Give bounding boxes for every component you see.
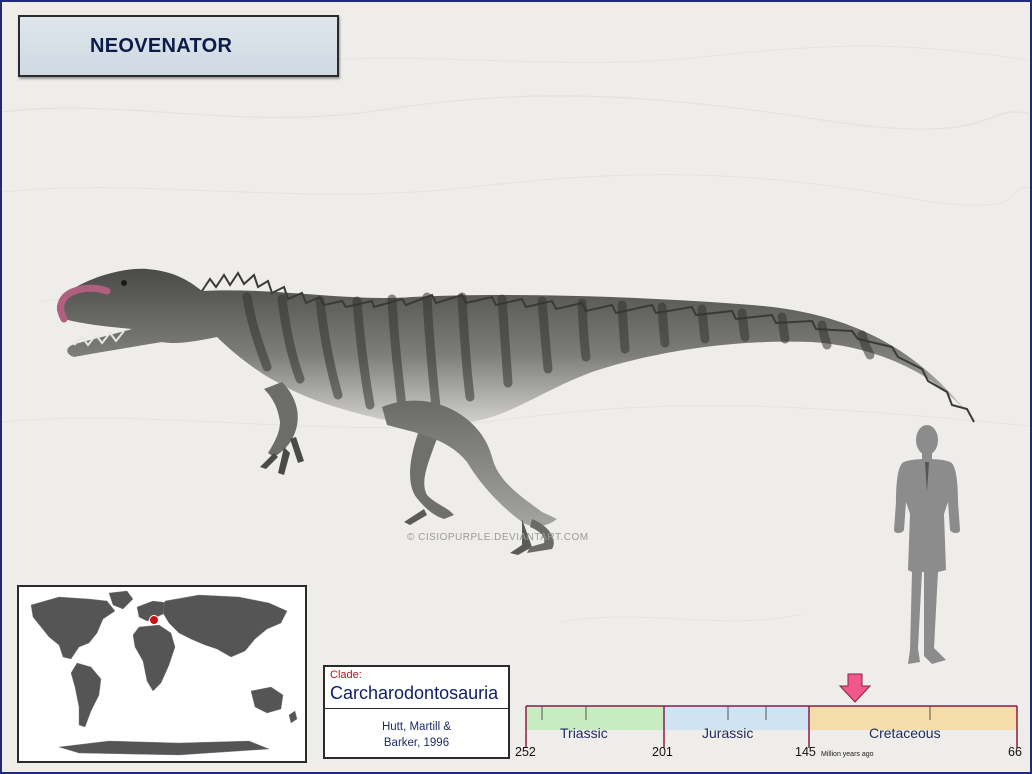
poster-frame: NEOVENATOR © CISIOPURPLE.DEVIANTART.COM … <box>0 0 1032 774</box>
clade-label: Clade: <box>330 669 362 681</box>
clade-name: Carcharodontosauria <box>330 683 499 703</box>
authority-line-2: Barker, 1996 <box>383 737 450 749</box>
time-unit: Million years ago <box>821 751 874 758</box>
human-silhouette-icon <box>894 425 960 664</box>
down-arrow-icon <box>838 673 872 703</box>
geologic-timeline: Triassic Jurassic Cretaceous 252 201 145… <box>514 670 1029 770</box>
period-cretaceous: Cretaceous <box>869 725 941 741</box>
clade-divider <box>325 708 508 709</box>
world-map <box>17 585 307 763</box>
clade-box: Clade: Carcharodontosauria Hutt, Martill… <box>323 665 510 759</box>
boundary-66: 66 <box>1008 745 1022 759</box>
title-box: NEOVENATOR <box>18 15 339 77</box>
neovenator-illustration <box>56 268 975 555</box>
red-dot-icon <box>149 615 159 625</box>
boundary-145: 145 <box>795 745 816 759</box>
page-title: NEOVENATOR <box>90 35 233 57</box>
naming-authority: Hutt, Martill & Barker, 1996 <box>325 719 508 751</box>
boundary-252: 252 <box>515 745 536 759</box>
authority-line-1: Hutt, Martill & <box>381 721 451 733</box>
period-triassic: Triassic <box>560 725 608 741</box>
period-jurassic: Jurassic <box>702 725 754 741</box>
boundary-201: 201 <box>652 745 673 759</box>
watermark: © CISIOPURPLE.DEVIANTART.COM <box>407 532 589 543</box>
